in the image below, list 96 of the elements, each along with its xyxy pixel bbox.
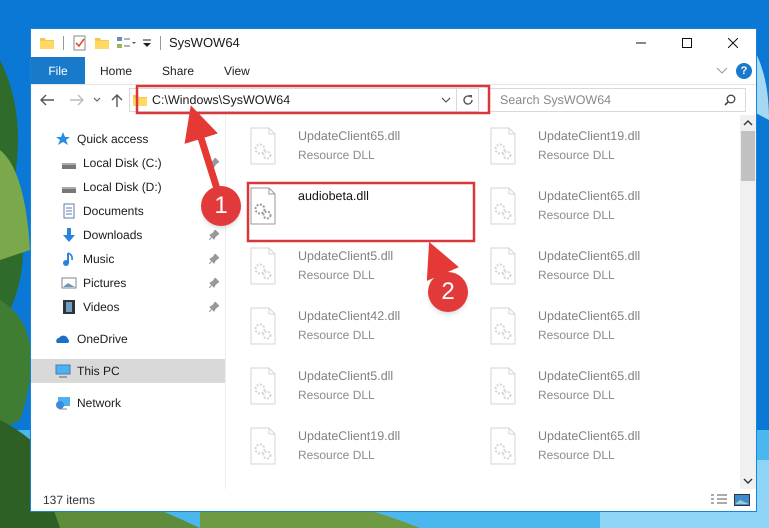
sidebar-item[interactable]: Downloads (31, 223, 148, 247)
search-icon[interactable] (724, 94, 736, 106)
dll-file-icon (250, 427, 278, 465)
ribbon-tab[interactable]: File (31, 57, 85, 84)
file-name: UpdateClient65.dll (298, 128, 400, 145)
network-icon (55, 395, 71, 411)
file-name: UpdateClient65.dll (538, 428, 640, 445)
ribbon-tab[interactable]: Share (147, 57, 210, 84)
dll-file-icon (250, 247, 278, 285)
file-name: UpdateClient5.dll (298, 368, 394, 385)
file-item[interactable]: UpdateClient65.dll Resource DLL (248, 123, 400, 183)
file-name: audiobeta.dll (298, 188, 369, 205)
address-path: C:\Windows\SysWOW64 (152, 92, 290, 108)
item-count: 137 items (43, 492, 96, 509)
file-type: Resource DLL (298, 146, 376, 164)
file-type: Resource DLL (298, 446, 376, 464)
file-type: Resource DLL (538, 206, 616, 224)
picture-icon (61, 275, 77, 291)
close-icon (728, 38, 738, 48)
down-arrow-icon (61, 227, 77, 243)
scroll-up-icon[interactable] (743, 119, 753, 127)
sidebar-item[interactable]: OneDrive (31, 327, 134, 351)
file-name: UpdateClient19.dll (298, 428, 400, 445)
properties-icon[interactable] (72, 35, 88, 51)
file-name: UpdateClient65.dll (538, 308, 640, 325)
dll-file-icon (250, 307, 278, 345)
expand-ribbon-icon[interactable] (716, 66, 728, 74)
file-name: UpdateClient19.dll (538, 128, 640, 145)
scrollbar[interactable] (740, 115, 756, 489)
pointer-arrow (426, 242, 459, 281)
refresh-icon (462, 94, 474, 106)
file-item[interactable]: UpdateClient65.dll Resource DLL (488, 243, 640, 303)
ribbon-tab[interactable]: Home (85, 57, 148, 84)
file-type: Resource DLL (298, 266, 376, 284)
dll-file-icon (490, 187, 518, 225)
file-item[interactable]: audiobeta.dll (248, 183, 369, 243)
film-icon (61, 299, 77, 315)
file-item[interactable]: UpdateClient42.dll Resource DLL (248, 303, 400, 363)
file-type: Resource DLL (538, 386, 616, 404)
file-item[interactable]: UpdateClient5.dll Resource DLL (248, 363, 394, 423)
drive-icon (61, 187, 77, 193)
file-item[interactable]: UpdateClient65.dll Resource DLL (488, 183, 640, 243)
recent-locations-icon[interactable] (93, 97, 101, 103)
file-item[interactable]: UpdateClient65.dll Resource DLL (488, 303, 640, 363)
sidebar-item[interactable]: Videos (31, 295, 126, 319)
sidebar-item[interactable]: Local Disk (D:) (31, 175, 168, 199)
sidebar-item[interactable]: Documents (31, 199, 150, 223)
dll-file-icon (490, 427, 518, 465)
scrollbar-thumb[interactable] (741, 131, 755, 181)
dll-file-icon (250, 127, 278, 165)
file-name: UpdateClient65.dll (538, 248, 640, 265)
file-type: Resource DLL (538, 326, 616, 344)
dll-file-icon (490, 367, 518, 405)
file-type: Resource DLL (538, 266, 616, 284)
file-item[interactable]: UpdateClient19.dll Resource DLL (488, 123, 640, 183)
dll-file-icon (490, 127, 518, 165)
search-field[interactable]: Search SysWOW64 (489, 88, 746, 112)
ribbon-tab[interactable]: View (209, 57, 265, 84)
up-arrow-icon[interactable] (111, 93, 123, 107)
file-name: UpdateClient65.dll (538, 188, 640, 205)
file-item[interactable]: UpdateClient65.dll Resource DLL (488, 363, 640, 423)
file-type: Resource DLL (298, 326, 376, 344)
file-name: UpdateClient5.dll (298, 248, 394, 265)
monitor-icon (55, 363, 71, 379)
drive-icon (61, 163, 77, 169)
address-field[interactable]: C:\Windows\SysWOW64 (129, 88, 479, 112)
dll-file-icon (490, 307, 518, 345)
dll-file-icon (490, 247, 518, 285)
file-name: UpdateClient42.dll (298, 308, 400, 325)
file-item[interactable]: UpdateClient65.dll Resource DLL (488, 423, 640, 483)
sidebar-item[interactable]: This PC (31, 359, 225, 383)
customize-toolbar-icon[interactable] (142, 37, 152, 49)
file-type: Resource DLL (538, 446, 616, 464)
view-list-icon[interactable] (116, 35, 136, 51)
file-type: Resource DLL (298, 386, 376, 404)
sidebar-item[interactable]: Quick access (31, 127, 154, 151)
dll-file-icon (250, 187, 278, 225)
document-icon (61, 203, 77, 219)
file-type: Resource DLL (538, 146, 616, 164)
star-icon (55, 131, 71, 147)
window-title: SysWOW64 (169, 34, 240, 52)
sidebar-item[interactable]: Pictures (31, 271, 132, 295)
folder-icon (132, 92, 148, 108)
sidebar-item[interactable]: Network (31, 391, 128, 415)
file-name: UpdateClient65.dll (538, 368, 640, 385)
file-item[interactable]: UpdateClient5.dll Resource DLL (248, 243, 394, 303)
dll-file-icon (250, 367, 278, 405)
sidebar-item[interactable]: Music (31, 247, 120, 271)
scroll-down-icon[interactable] (743, 477, 753, 485)
dropdown-caret-icon[interactable] (441, 97, 451, 103)
sidebar-item[interactable]: Local Disk (C:) (31, 151, 168, 175)
large-icons-view-icon[interactable] (734, 493, 750, 507)
maximize-icon (682, 38, 692, 48)
back-arrow-icon[interactable] (39, 94, 55, 106)
file-item[interactable]: UpdateClient19.dll Resource DLL (248, 423, 400, 483)
help-button[interactable]: ? (736, 62, 752, 78)
